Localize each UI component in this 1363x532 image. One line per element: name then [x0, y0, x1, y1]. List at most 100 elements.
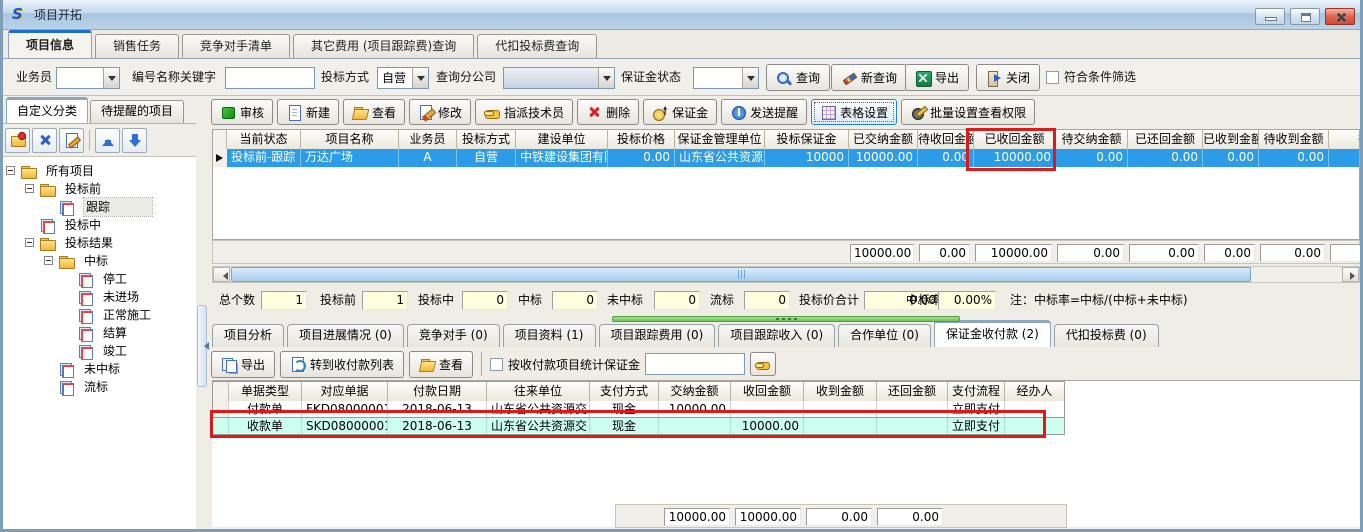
column-header[interactable]: 已收到金额 — [1203, 130, 1259, 149]
tree-item[interactable]: 所有项目 — [3, 162, 196, 180]
splitter-bar[interactable] — [612, 316, 960, 322]
bottom-tab[interactable]: 项目跟踪收入 (0) — [718, 324, 835, 347]
bid-method-select[interactable]: 自营 — [377, 67, 429, 89]
toolbar-button[interactable]: 发送提醒 — [721, 99, 807, 125]
column-header[interactable]: 建设单位 — [516, 130, 608, 149]
column-header[interactable]: 项目名称 — [301, 130, 399, 149]
scrollbar-thumb[interactable] — [231, 267, 1251, 282]
column-header[interactable]: 投标方式 — [457, 130, 516, 149]
column-header[interactable]: 投标保证金 — [765, 130, 849, 149]
bottom-tab[interactable]: 合作单位 (0) — [838, 324, 931, 347]
chevron-down-icon[interactable] — [742, 68, 758, 88]
tree-item[interactable]: 停工 — [3, 270, 196, 288]
tree-item[interactable]: 投标中 — [3, 216, 196, 234]
close-form-button[interactable]: 关闭 — [976, 64, 1040, 91]
column-header[interactable]: 已还回金额 — [1128, 130, 1203, 149]
tree-expander-icon[interactable] — [25, 184, 34, 193]
main-tab[interactable]: 销售任务 — [95, 34, 179, 58]
column-header[interactable]: 待收到金额 — [1259, 130, 1329, 149]
toolbar-button[interactable]: 新建 — [277, 99, 339, 125]
stat-by-payment-checkbox[interactable] — [490, 358, 503, 371]
restore-button[interactable] — [1290, 8, 1320, 25]
toolbar-button[interactable]: 删除 — [577, 99, 639, 125]
view-detail-button[interactable]: 查看 — [409, 351, 473, 378]
column-header[interactable]: 往来单位 — [487, 382, 590, 401]
salesman-select[interactable] — [56, 67, 120, 89]
tree-item[interactable]: 未进场 — [3, 288, 196, 306]
bottom-tab[interactable]: 保证金收付款 (2) — [934, 320, 1051, 347]
column-header[interactable]: 业务员 — [399, 130, 457, 149]
column-header[interactable]: 已交纳金额 — [849, 130, 918, 149]
tree-item[interactable]: 结算 — [3, 324, 196, 342]
tree-item[interactable]: 未中标 — [3, 360, 196, 378]
tree-item[interactable]: 投标结果 — [3, 234, 196, 252]
deposit-status-select[interactable] — [693, 67, 759, 89]
branch-select[interactable] — [503, 67, 615, 89]
search-button[interactable]: 查询 — [766, 64, 830, 91]
left-toolbar-button[interactable] — [5, 128, 30, 153]
chevron-down-icon[interactable] — [412, 68, 428, 88]
export-button[interactable]: 导出 — [905, 64, 969, 91]
tree-item[interactable]: 正常施工 — [3, 306, 196, 324]
tree-item[interactable]: 竣工 — [3, 342, 196, 360]
keyword-input[interactable] — [225, 67, 315, 89]
table-row[interactable]: 付款单FKD0800000162018-06-13山东省公共资源交现金10000… — [213, 401, 1064, 418]
bottom-tab[interactable]: 项目分析 — [212, 324, 284, 347]
column-header[interactable]: 单据类型 — [229, 382, 302, 401]
toolbar-button[interactable]: 表格设置 — [811, 99, 897, 125]
column-header[interactable]: 付款日期 — [388, 382, 487, 401]
tree-item[interactable]: 跟踪 — [3, 198, 196, 216]
toolbar-button[interactable]: 审核 — [211, 99, 273, 125]
bottom-tab[interactable]: 项目资料 (1) — [503, 324, 596, 347]
toolbar-button[interactable]: 批量设置查看权限 — [901, 99, 1035, 125]
tree-item[interactable]: 中标 — [3, 252, 196, 270]
column-header[interactable]: 保证金管理单位 — [675, 130, 765, 149]
main-tab[interactable]: 代扣投标费查询 — [477, 34, 597, 58]
tree-expander-icon[interactable] — [25, 238, 34, 247]
column-header[interactable]: 已收回金额 — [974, 130, 1056, 149]
main-tab[interactable]: 竞争对手清单 — [182, 34, 290, 58]
tree-item[interactable]: 流标 — [3, 378, 196, 396]
column-header[interactable]: 支付方式 — [590, 382, 659, 401]
left-toolbar-button[interactable] — [122, 128, 147, 153]
filter-checkbox[interactable] — [1046, 71, 1059, 84]
goto-payment-list-button[interactable]: 转到收付款列表 — [280, 351, 404, 378]
bottom-tab[interactable]: 项目跟踪费用 (0) — [599, 324, 716, 347]
minimize-button[interactable] — [1255, 8, 1285, 25]
scroll-left-icon[interactable] — [213, 267, 230, 282]
tree-item[interactable]: 投标前 — [3, 180, 196, 198]
panel-splitter[interactable] — [196, 96, 209, 529]
column-header[interactable]: 当前状态 — [227, 130, 301, 149]
left-panel-tab[interactable]: 自定义分类 — [6, 97, 88, 123]
apply-filter-button[interactable] — [750, 352, 776, 376]
left-toolbar-button[interactable] — [59, 128, 84, 153]
column-header[interactable]: 支付流程 — [948, 382, 1005, 401]
bottom-tab[interactable]: 竞争对手 (0) — [407, 324, 500, 347]
payment-filter-input[interactable] — [645, 353, 745, 375]
tree-expander-icon[interactable] — [44, 256, 53, 265]
column-header[interactable]: 收回金额 — [731, 382, 804, 401]
column-header[interactable]: 投标价格 — [608, 130, 675, 149]
toolbar-button[interactable]: 查看 — [343, 99, 405, 125]
column-header[interactable]: 收到金额 — [804, 382, 877, 401]
chevron-down-icon[interactable] — [103, 68, 119, 88]
bottom-tab[interactable]: 项目进展情况 (0) — [287, 324, 404, 347]
toolbar-button[interactable]: 保证金 — [643, 99, 717, 125]
new-search-button[interactable]: 新查询 — [831, 64, 907, 91]
scroll-right-icon[interactable] — [1342, 267, 1359, 282]
column-header[interactable]: 经办人 — [1005, 382, 1065, 401]
bottom-tab[interactable]: 代扣投标费 (0) — [1054, 324, 1159, 347]
column-header[interactable]: 对应单据 — [302, 382, 388, 401]
left-toolbar-button[interactable] — [95, 128, 120, 153]
left-toolbar-button[interactable] — [32, 128, 57, 153]
column-header[interactable]: 交纳金额 — [659, 382, 731, 401]
column-header[interactable]: 待还回金额 — [1329, 130, 1360, 149]
toolbar-button[interactable]: 指派技术员 — [475, 99, 573, 125]
close-button[interactable] — [1325, 8, 1355, 25]
export-detail-button[interactable]: 导出 — [211, 351, 275, 378]
chevron-down-icon[interactable] — [598, 68, 614, 88]
column-header[interactable]: 还回金额 — [877, 382, 948, 401]
column-header[interactable]: 待收回金额 — [918, 130, 974, 149]
collapse-panel-button[interactable] — [197, 305, 207, 387]
main-tab[interactable]: 项目信息 — [8, 30, 92, 58]
